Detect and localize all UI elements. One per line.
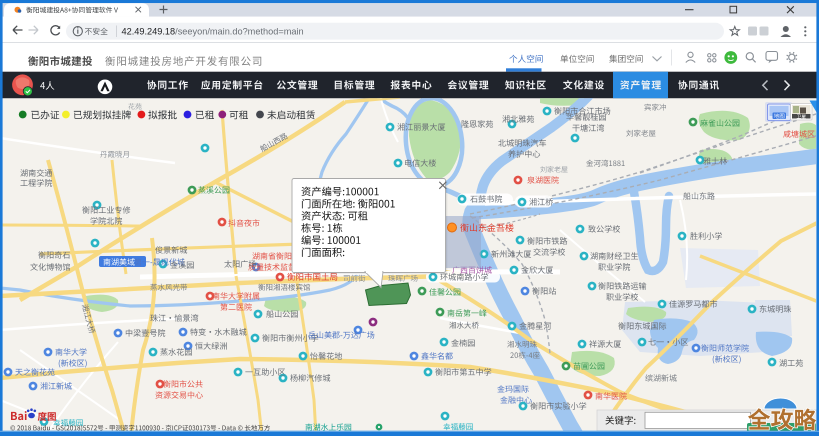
- svg-text:42.49.249.18/seeyon/main.do?me: 42.49.249.18/seeyon/main.do?method=main: [122, 27, 304, 37]
